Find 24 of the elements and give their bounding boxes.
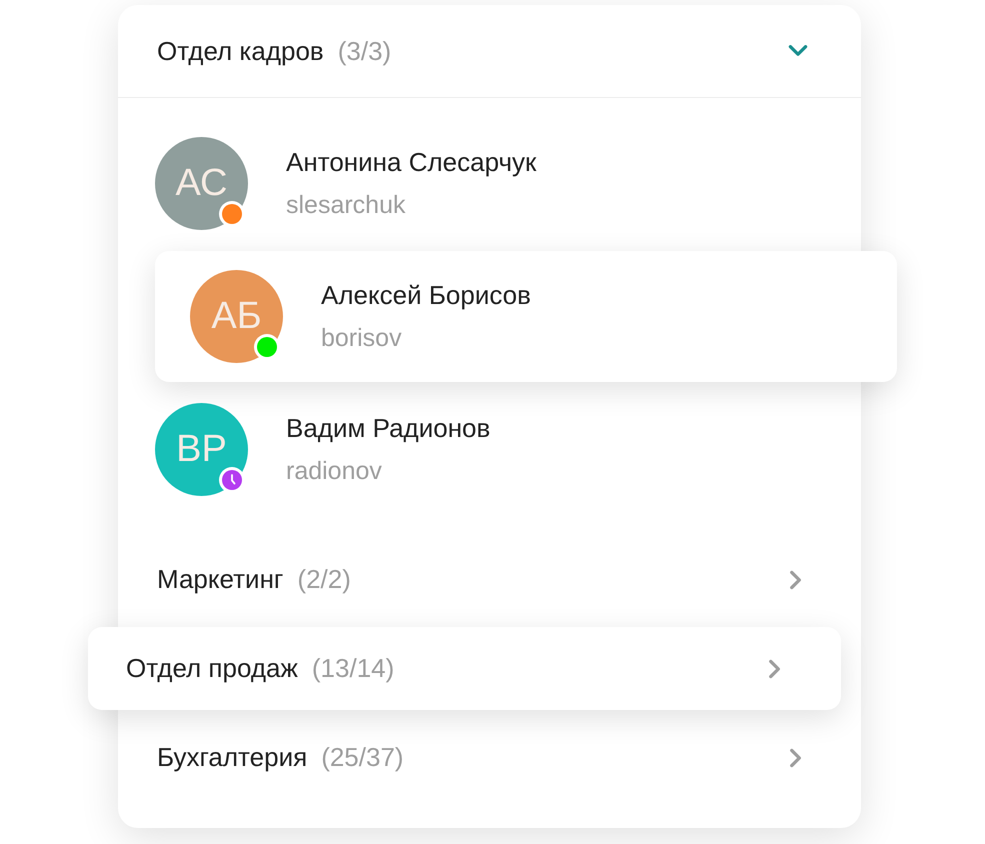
avatar: АБ: [190, 270, 283, 363]
member-count: (25/37): [321, 741, 404, 774]
member-count: (3/3): [338, 34, 392, 68]
member-username: slesarchuk: [286, 193, 406, 218]
member-name: Антонина Слесарчук: [286, 149, 536, 175]
group-row[interactable]: Бухгалтерия (25/37): [118, 716, 861, 799]
avatar: АС: [155, 137, 248, 230]
avatar: ВР: [155, 403, 248, 496]
group-name: Бухгалтерия: [157, 741, 308, 774]
member-username: radionov: [286, 459, 383, 484]
department-header[interactable]: Отдел кадров (3/3): [118, 5, 861, 98]
group-row[interactable]: Отдел продаж (13/14): [88, 627, 841, 710]
member-count: (2/2): [297, 563, 351, 596]
member-count: (13/14): [312, 652, 394, 685]
group-row[interactable]: Маркетинг (2/2): [118, 538, 861, 621]
member-row[interactable]: ВР Вадим Радионов radionov: [118, 383, 861, 516]
department-title: Отдел кадров: [157, 34, 324, 68]
member-name: Алексей Борисов: [321, 282, 531, 308]
member-row[interactable]: АС Антонина Слесарчук slesarchuk: [118, 117, 861, 250]
member-name: Вадим Радионов: [286, 415, 490, 441]
member-row[interactable]: АБ Алексей Борисов borisov: [155, 251, 897, 382]
member-username: borisov: [321, 326, 403, 351]
group-name: Маркетинг: [157, 563, 284, 596]
group-name: Отдел продаж: [126, 652, 298, 685]
